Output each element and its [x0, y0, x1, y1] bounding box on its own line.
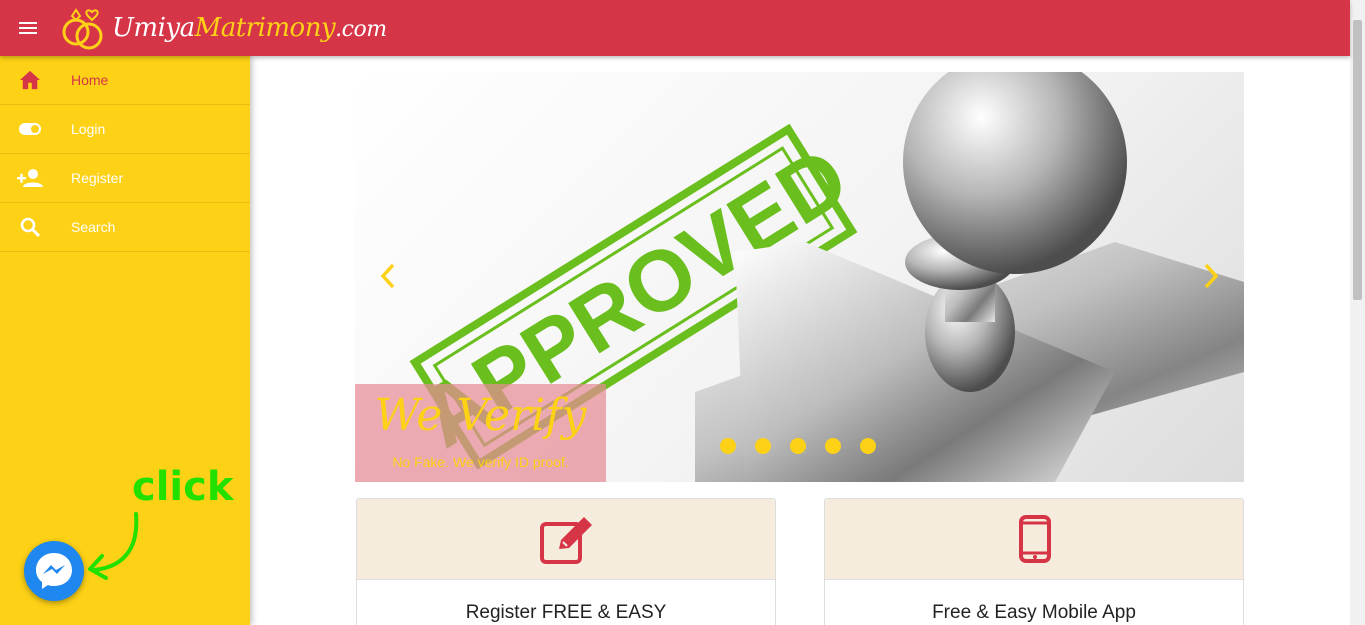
logo-wordmark: UmiyaMatrimony.com: [112, 13, 387, 43]
carousel-dot[interactable]: [720, 438, 736, 454]
sidebar-item-login[interactable]: Login: [0, 105, 250, 154]
chevron-right-icon: [1204, 263, 1219, 289]
caption-title: We Verify: [374, 390, 587, 441]
sidebar-item-label: Search: [71, 219, 116, 235]
logo-text-accent: Matrimony: [194, 13, 336, 43]
logo-text-main: Umiya: [112, 13, 195, 43]
sidebar-item-label: Home: [71, 72, 109, 88]
person-add-icon: [16, 166, 44, 190]
logo-text-tld: .com: [335, 17, 387, 42]
hamburger-menu-icon[interactable]: [14, 14, 42, 42]
top-header-bar: UmiyaMatrimony.com: [0, 0, 1350, 56]
sidebar-item-label: Register: [71, 170, 124, 186]
card-title: Register FREE & EASY: [465, 602, 667, 623]
carousel-prev-button[interactable]: [376, 260, 400, 292]
sidebar-item-home[interactable]: Home: [0, 56, 250, 105]
card-title: Free & Easy Mobile App: [932, 602, 1136, 623]
feature-card-mobile-app[interactable]: Free & Easy Mobile App: [824, 498, 1244, 625]
chevron-left-icon: [380, 263, 395, 289]
card-header: [825, 499, 1243, 580]
carousel-dot[interactable]: [860, 438, 876, 454]
carousel-dot-active[interactable]: [825, 438, 841, 454]
search-icon: [16, 215, 44, 239]
carousel-dot[interactable]: [790, 438, 806, 454]
sidebar-item-label: Login: [71, 121, 106, 137]
home-icon: [16, 68, 44, 92]
edit-icon: [540, 517, 592, 564]
carousel-caption: We Verify No Fake. We verify ID proof.: [355, 384, 606, 482]
scrollbar-thumb[interactable]: [1353, 20, 1362, 300]
card-header: [357, 499, 775, 580]
sidebar-item-search[interactable]: Search: [0, 203, 250, 252]
messenger-icon: [36, 553, 72, 589]
messenger-chat-button[interactable]: [24, 541, 84, 601]
site-logo[interactable]: UmiyaMatrimony.com: [58, 4, 387, 52]
mobile-phone-icon: [1019, 515, 1051, 563]
annotation-text: click: [132, 464, 235, 510]
page-scrollbar[interactable]: [1350, 0, 1365, 625]
caption-subtitle: No Fake. We verify ID proof.: [392, 454, 569, 470]
toggle-icon: [16, 117, 44, 141]
carousel-dot[interactable]: [755, 438, 771, 454]
click-annotation-arrow-icon: click: [88, 464, 235, 580]
wedding-rings-icon: [62, 8, 103, 50]
carousel-next-button[interactable]: [1199, 260, 1223, 292]
carousel-indicators: [720, 438, 895, 456]
feature-card-register[interactable]: Register FREE & EASY: [356, 498, 776, 625]
sidebar-item-register[interactable]: Register: [0, 154, 250, 203]
